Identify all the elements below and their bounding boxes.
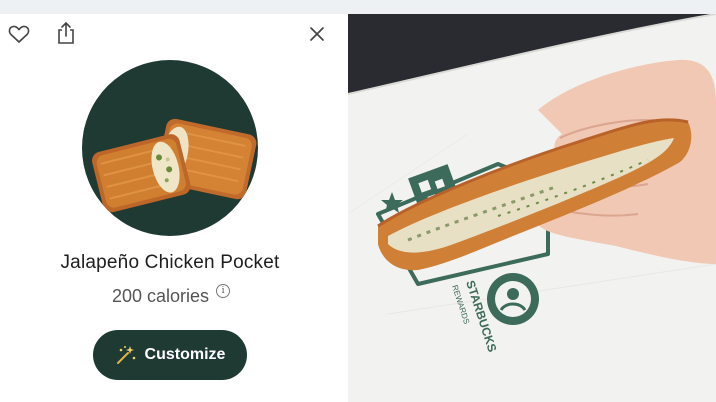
magic-wand-icon bbox=[116, 346, 135, 364]
share-button[interactable] bbox=[53, 20, 79, 46]
customize-button[interactable]: Customize bbox=[93, 330, 247, 380]
share-icon bbox=[58, 21, 74, 44]
info-icon[interactable]: i bbox=[216, 283, 231, 298]
product-panel: Jalapeño Chicken Pocket 200 calories i C… bbox=[0, 14, 348, 402]
favorite-button[interactable] bbox=[6, 21, 32, 47]
product-title: Jalapeño Chicken Pocket bbox=[60, 252, 280, 273]
heart-icon bbox=[8, 25, 30, 43]
calories-text: 200 calories bbox=[112, 286, 210, 306]
close-button[interactable] bbox=[304, 21, 330, 47]
close-icon bbox=[310, 27, 324, 41]
customize-label: Customize bbox=[144, 346, 226, 363]
calories-row: 200 calories i bbox=[112, 283, 231, 307]
jalapeno-chicken-pocket-image bbox=[92, 118, 257, 213]
photo-illustration: STARBUCKS REWARDS bbox=[348, 14, 716, 402]
status-band bbox=[0, 0, 716, 14]
customer-photo: STARBUCKS REWARDS bbox=[348, 14, 716, 402]
product-image bbox=[82, 60, 258, 236]
